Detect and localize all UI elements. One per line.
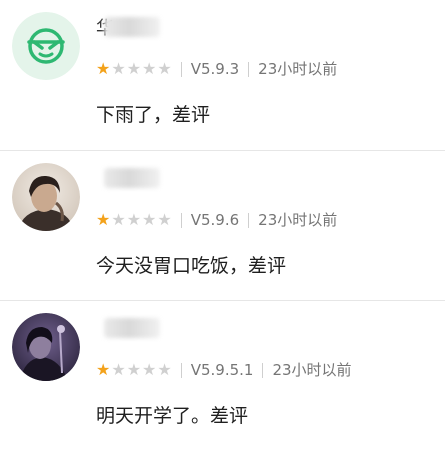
- divider: [180, 362, 182, 378]
- star-icon: ★: [157, 360, 172, 379]
- divider: [262, 362, 264, 378]
- star-icon: ★: [126, 59, 142, 78]
- star-icon: ★: [157, 59, 172, 78]
- review-meta: ★ ★ ★ ★ ★ V5.9.3 23小时以前: [96, 58, 337, 80]
- username[interactable]: [96, 165, 166, 191]
- username[interactable]: [96, 315, 166, 341]
- avatar[interactable]: [12, 313, 80, 381]
- review-time: 23小时以前: [258, 211, 338, 229]
- review-time: 23小时以前: [258, 60, 338, 78]
- star-icon: ★: [111, 360, 126, 379]
- review-list: 华 ★ ★ ★ ★ ★ V5.9.3 23小时以前 下雨了，差评: [0, 0, 445, 450]
- star-icon: ★: [126, 210, 142, 229]
- star-icon: ★: [142, 360, 157, 379]
- app-version: V5.9.6: [190, 211, 240, 229]
- review-comment: 今天没胃口吃饭，差评: [96, 255, 287, 277]
- star-icon: ★: [96, 210, 111, 229]
- username[interactable]: 华: [96, 14, 166, 40]
- cool-face-icon: [12, 12, 80, 80]
- star-icon: ★: [111, 210, 126, 229]
- review-item: 华 ★ ★ ★ ★ ★ V5.9.3 23小时以前 下雨了，差评: [0, 0, 445, 150]
- app-version: V5.9.3: [190, 60, 240, 78]
- review-item: ★ ★ ★ ★ ★ V5.9.6 23小时以前 今天没胃口吃饭，差评: [0, 150, 445, 300]
- star-icon: ★: [126, 360, 142, 379]
- avatar[interactable]: [12, 12, 80, 80]
- review-comment: 明天开学了。差评: [96, 405, 249, 427]
- star-rating: ★ ★ ★ ★ ★: [96, 59, 172, 79]
- review-time: 23小时以前: [272, 361, 352, 379]
- star-icon: ★: [142, 210, 157, 229]
- review-meta: ★ ★ ★ ★ ★ V5.9.5.1 23小时以前: [96, 359, 352, 381]
- star-rating: ★ ★ ★ ★ ★: [96, 210, 172, 230]
- username-blur: [104, 318, 160, 338]
- star-icon: ★: [157, 210, 172, 229]
- review-item: ★ ★ ★ ★ ★ V5.9.5.1 23小时以前 明天开学了。差评: [0, 300, 445, 450]
- star-icon: ★: [96, 360, 111, 379]
- username-blur: [104, 17, 160, 37]
- username-blur: [104, 168, 160, 188]
- star-icon: ★: [142, 59, 157, 78]
- divider: [180, 212, 182, 228]
- avatar[interactable]: [12, 163, 80, 231]
- review-meta: ★ ★ ★ ★ ★ V5.9.6 23小时以前: [96, 209, 337, 231]
- star-rating: ★ ★ ★ ★ ★: [96, 360, 172, 380]
- star-icon: ★: [96, 59, 111, 78]
- user-photo: [12, 163, 80, 231]
- review-comment: 下雨了，差评: [96, 104, 211, 126]
- star-icon: ★: [111, 59, 126, 78]
- user-photo: [12, 313, 80, 381]
- app-version: V5.9.5.1: [190, 361, 254, 379]
- divider: [248, 61, 250, 77]
- divider: [180, 61, 182, 77]
- divider: [248, 212, 250, 228]
